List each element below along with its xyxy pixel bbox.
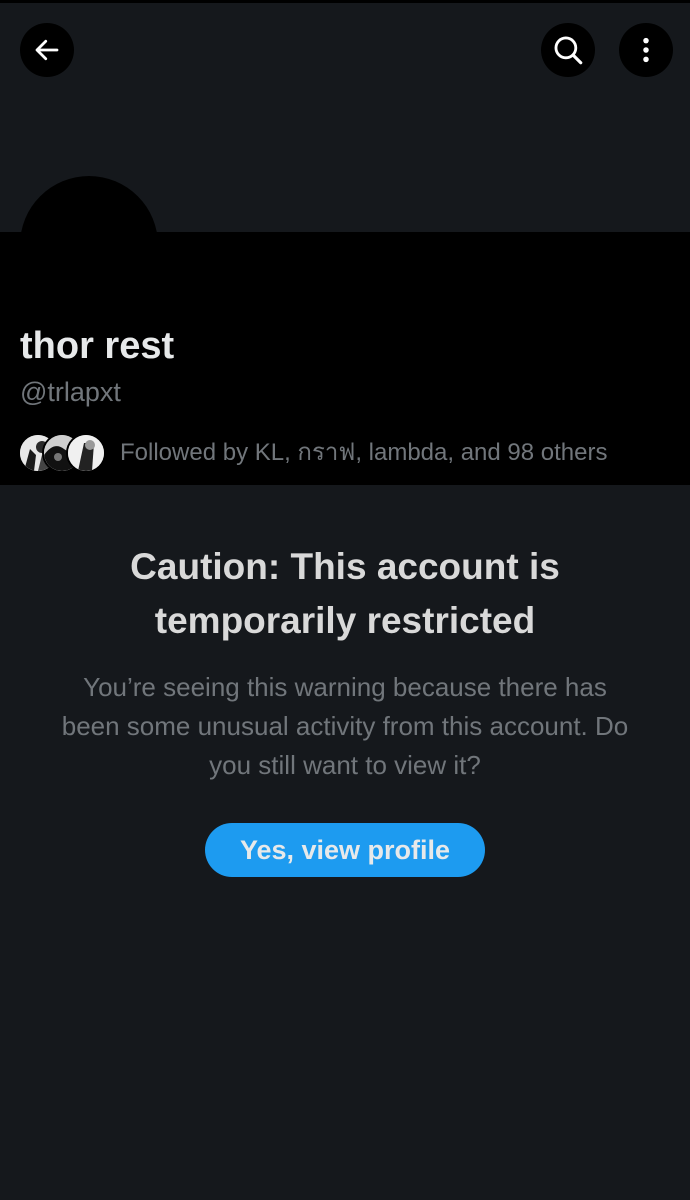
restriction-warning: Caution: This account is temporarily res… — [40, 540, 650, 877]
follower-avatar — [66, 433, 106, 473]
search-button[interactable] — [541, 23, 595, 77]
view-profile-button[interactable]: Yes, view profile — [205, 823, 485, 877]
display-name: thor rest — [20, 325, 175, 367]
back-button[interactable] — [20, 23, 74, 77]
warning-title: Caution: This account is temporarily res… — [130, 546, 560, 641]
more-options-button[interactable] — [619, 23, 673, 77]
arrow-left-icon — [35, 39, 59, 61]
more-vertical-icon — [643, 37, 649, 63]
username-handle: @trlapxt — [20, 377, 121, 407]
followed-by-text: Followed by KL, กราฟ, lambda, and 98 oth… — [120, 439, 608, 466]
status-bar-edge — [0, 0, 690, 3]
warning-message: You’re seeing this warning because there… — [61, 672, 629, 780]
followed-by-row[interactable]: Followed by KL, กราฟ, lambda, and 98 oth… — [18, 431, 607, 475]
search-icon — [554, 36, 583, 65]
profile-screen: thor rest @trlapxt Followed by KL, กราฟ,… — [0, 0, 690, 1200]
avatar[interactable] — [20, 176, 158, 314]
